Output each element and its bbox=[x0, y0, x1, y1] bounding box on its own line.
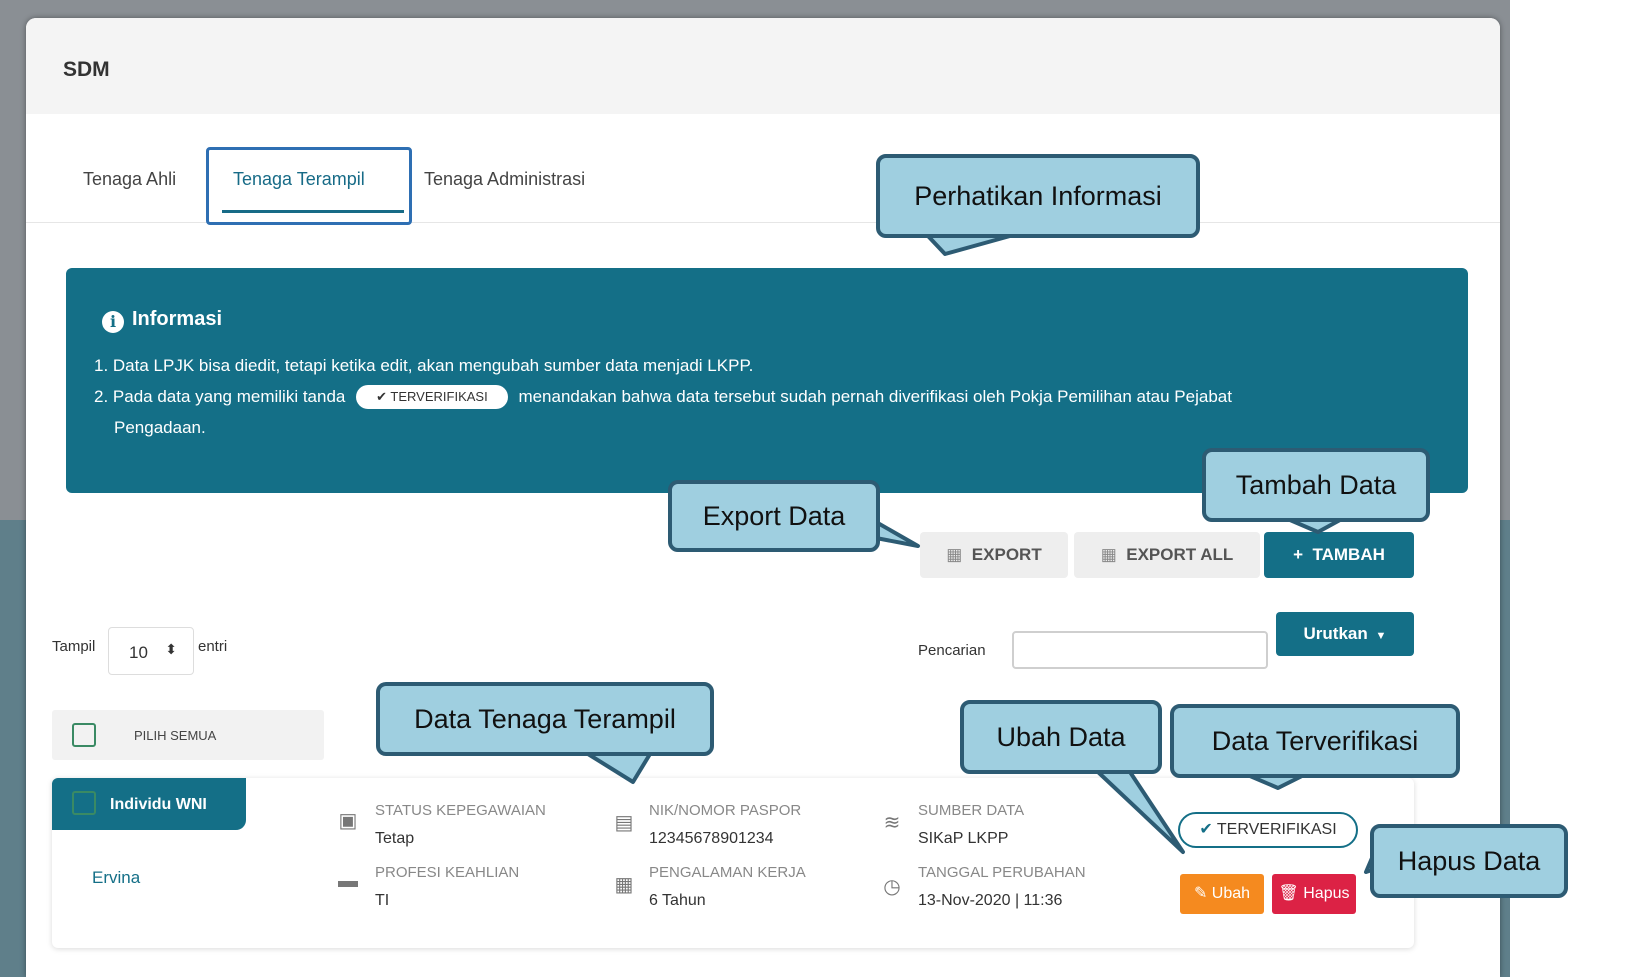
callout-ubah-text: Ubah Data bbox=[996, 722, 1126, 752]
tail-perhatikan bbox=[926, 234, 1012, 256]
callout-hapus-text: Hapus Data bbox=[1397, 846, 1541, 876]
tail-data-tenaga bbox=[586, 752, 652, 784]
callout-export-text: Export Data bbox=[702, 501, 846, 531]
callout-perhatikan-text: Perhatikan Informasi bbox=[914, 181, 1162, 211]
tail-ubah bbox=[1096, 770, 1185, 854]
callout-export-data: Export Data bbox=[668, 480, 880, 552]
tail-export bbox=[874, 520, 920, 548]
callout-data-tenaga-text: Data Tenaga Terampil bbox=[414, 704, 676, 734]
callout-ubah-data: Ubah Data bbox=[960, 700, 1162, 774]
callout-data-tenaga-terampil: Data Tenaga Terampil bbox=[376, 682, 714, 756]
callout-tambah-data: Tambah Data bbox=[1202, 448, 1430, 522]
callout-perhatikan-informasi: Perhatikan Informasi bbox=[876, 154, 1200, 238]
callout-tambah-text: Tambah Data bbox=[1235, 470, 1397, 500]
callout-data-terverifikasi: Data Terverifikasi bbox=[1170, 704, 1460, 778]
callout-terverifikasi-text: Data Terverifikasi bbox=[1211, 726, 1419, 756]
callout-hapus-data: Hapus Data bbox=[1370, 824, 1568, 898]
